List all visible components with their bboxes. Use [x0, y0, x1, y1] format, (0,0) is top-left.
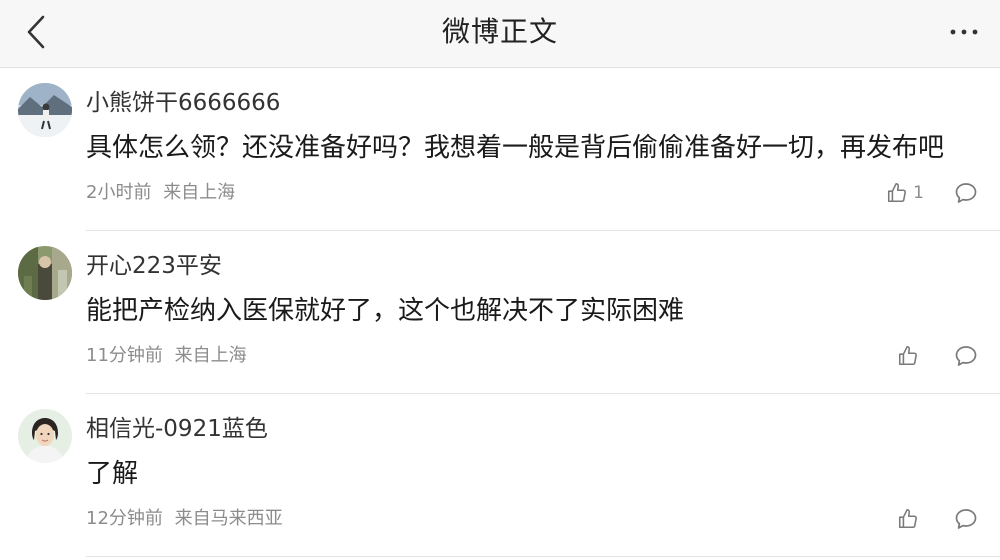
comment-text: 了解	[86, 459, 139, 489]
comment-actions	[897, 504, 978, 534]
divider	[86, 556, 1000, 557]
avatar-image	[18, 246, 72, 300]
comment-bubble-icon	[955, 183, 977, 203]
weibo-detail-page: 微博正文 小熊饼干6666666 具体怎么领？还没准备好吗？我想着一般是背后偷偷…	[0, 0, 1000, 560]
avatar[interactable]	[18, 409, 72, 463]
like-button[interactable]: 1	[886, 182, 924, 204]
avatar-image	[18, 409, 72, 463]
comment-username[interactable]: 开心223平安	[86, 251, 222, 281]
comment-time: 2小时前	[86, 182, 152, 203]
comment-time: 12分钟前	[86, 508, 163, 529]
comment-location: 来自马来西亚	[174, 508, 283, 529]
comment-meta: 12分钟前 来自马来西亚	[86, 507, 283, 531]
like-button[interactable]	[897, 345, 924, 367]
comment-location: 来自上海	[163, 182, 236, 203]
comment-bubble-icon	[955, 346, 977, 366]
avatar-image	[18, 83, 72, 137]
comment-text: 能把产检纳入医保就好了，这个也解决不了实际困难	[86, 296, 685, 326]
comment-text: 具体怎么领？还没准备好吗？我想着一般是背后偷偷准备好一切，再发布吧	[86, 133, 945, 163]
reply-button[interactable]	[954, 508, 978, 530]
avatar[interactable]	[18, 83, 72, 137]
comment-bubble-icon	[955, 509, 977, 529]
ellipsis-icon	[950, 29, 978, 35]
comment-actions	[897, 341, 978, 371]
reply-button[interactable]	[954, 345, 978, 367]
thumbs-up-icon	[888, 183, 907, 203]
comment-actions: 1	[886, 178, 978, 208]
comment-item: 开心223平安 能把产检纳入医保就好了，这个也解决不了实际困难 11分钟前 来自…	[0, 231, 1000, 394]
comment-item: 相信光-0921蓝色 了解 12分钟前 来自马来西亚	[0, 394, 1000, 557]
like-button[interactable]	[897, 508, 924, 530]
comment-meta: 2小时前 来自上海	[86, 181, 235, 205]
comment-location: 来自上海	[174, 345, 247, 366]
like-count: 1	[913, 183, 924, 203]
comment-item: 小熊饼干6666666 具体怎么领？还没准备好吗？我想着一般是背后偷偷准备好一切…	[0, 68, 1000, 231]
more-button[interactable]	[944, 12, 984, 52]
reply-button[interactable]	[954, 182, 978, 204]
thumbs-up-icon	[898, 346, 917, 366]
thumbs-up-icon	[898, 509, 917, 529]
comment-time: 11分钟前	[86, 345, 163, 366]
avatar[interactable]	[18, 246, 72, 300]
page-title: 微博正文	[441, 15, 558, 48]
top-nav-bar: 微博正文	[0, 0, 1000, 68]
comment-meta: 11分钟前 来自上海	[86, 344, 247, 368]
comment-username[interactable]: 小熊饼干6666666	[86, 88, 280, 118]
comment-username[interactable]: 相信光-0921蓝色	[86, 414, 268, 444]
